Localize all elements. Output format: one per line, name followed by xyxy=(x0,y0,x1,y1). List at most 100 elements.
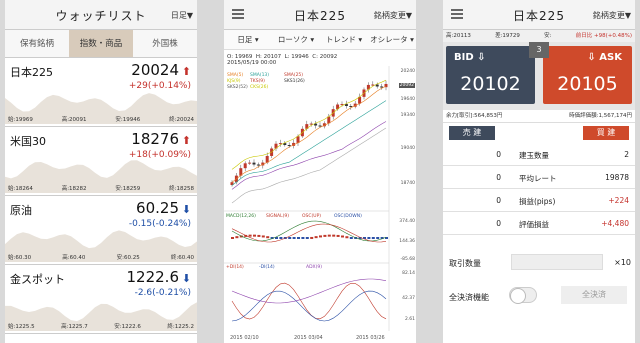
low-value: 安:60.25 xyxy=(116,255,140,261)
triangle-down-icon: ▾ xyxy=(358,35,363,44)
macd-bar xyxy=(341,235,344,238)
header: 日本225 銘柄変更▼ xyxy=(443,0,635,30)
change-symbol-label: 銘柄変更 xyxy=(592,11,625,20)
bid-button[interactable]: BID ⇩ 20102 xyxy=(446,46,535,104)
indicator-legend: CKS(26) xyxy=(250,85,269,90)
ohlc-row: 始:19969 高:20091 安:19946 終:20024 xyxy=(8,115,194,123)
close-value: 終:1225.2 xyxy=(167,324,194,330)
chart-type-tab[interactable]: ローソク ▾ xyxy=(272,30,320,49)
macd-bar xyxy=(266,236,270,239)
watchlist-row[interactable]: 米国30 18276 ⬆ +18(+0.09%) 始:18264 高:18282… xyxy=(5,127,197,196)
close-all-toggle[interactable] xyxy=(509,287,537,304)
chart-background xyxy=(224,51,416,343)
high-value: 高:60.40 xyxy=(62,255,86,261)
watchlist: 日本225 20024 ⬆ +29(+0.14%) 始:19969 高:2009… xyxy=(5,58,197,334)
timeframe-label: 日足 xyxy=(237,35,253,44)
chart-toolbar: 日足 ▾ ローソク ▾ トレンド ▾ オシレータ ▾ xyxy=(224,30,416,50)
timeframe-tab[interactable]: 日足 ▾ xyxy=(224,30,272,49)
sell-button[interactable]: 売 建 xyxy=(449,126,495,140)
instrument-price: 60.25 xyxy=(136,199,179,217)
watchlist-row[interactable]: 原油 60.25 ⬇ -0.15(-0.24%) 始:60.30 高:60.40… xyxy=(5,196,197,265)
low-value: 安: xyxy=(544,33,552,39)
open-value: 始:19969 xyxy=(8,117,33,123)
date-tick-label: 2015 02/10 xyxy=(230,335,259,341)
day-change: 前日比 +98(+0.48%) xyxy=(575,33,632,39)
open-value: 始:1225.5 xyxy=(8,324,35,330)
watchlist-row[interactable]: 日本225 20024 ⬆ +29(+0.14%) 始:19969 高:2009… xyxy=(5,58,197,127)
candle xyxy=(256,164,260,166)
indicator-legend: KJS(9) xyxy=(227,79,241,84)
macd-bar xyxy=(367,237,371,239)
crosshair-date: 2015/05/19 00:00 xyxy=(227,60,277,66)
dmi-legend: ADX(9) xyxy=(306,265,323,270)
quantity-label: 取引数量 xyxy=(449,259,481,268)
arrow-down-icon: ⬇ xyxy=(181,272,191,285)
trend-label: トレンド xyxy=(325,35,356,44)
macd-legend: MACD(12,26) xyxy=(226,214,256,219)
close-all-button[interactable]: 全決済 xyxy=(561,286,627,304)
macd-bar xyxy=(327,234,331,237)
high-value: 高:20091 xyxy=(61,117,87,123)
ohlc-row: 始:1225.5 高:1225.7 安:1222.6 終:1225.2 xyxy=(8,322,194,330)
macd-bar xyxy=(297,237,300,239)
row-label: 建玉数量 xyxy=(519,151,549,160)
position-row: 0 平均レート 19878 xyxy=(443,166,635,189)
close-all-label: 全決済機能 xyxy=(449,293,489,302)
price-chart[interactable]: O: 19969 H: 20107 L: 19946 C: 20092 2015… xyxy=(224,51,416,343)
date-tick-label: 2015 03/26 xyxy=(356,335,385,341)
candle xyxy=(375,84,379,87)
arrow-up-icon: ⬆ xyxy=(181,134,191,147)
instrument-change: +18(+0.09%) xyxy=(128,150,191,160)
price-tick-label: 18740 xyxy=(400,181,415,186)
buy-button[interactable]: 買 建 xyxy=(583,126,629,140)
macd-bar xyxy=(231,237,234,239)
oscillator-tab[interactable]: オシレータ ▾ xyxy=(368,30,416,49)
macd-bar xyxy=(261,235,265,238)
macd-bar xyxy=(248,234,252,237)
price-tick-label: 20240 xyxy=(400,69,415,74)
triangle-down-icon: ▼ xyxy=(624,11,631,20)
open-value: 始:18264 xyxy=(8,186,33,192)
low-value: 安:1222.6 xyxy=(114,324,141,330)
quantity-unit: ×10 xyxy=(614,258,631,267)
tab-holdings[interactable]: 保有銘柄 xyxy=(5,30,69,57)
change-symbol-button[interactable]: 銘柄変更▼ xyxy=(374,10,412,21)
change-symbol-button[interactable]: 銘柄変更▼ xyxy=(593,10,631,21)
available-margin: 余力[取引]:564,853円 xyxy=(446,113,503,119)
ohlc-row: 始:18264 高:18282 安:18259 終:18258 xyxy=(8,184,194,192)
ask-button[interactable]: ⇩ ASK 20105 xyxy=(543,46,632,104)
account-info: 余力[取引]:564,853円 時価評価額:1,567,174円 xyxy=(443,110,635,123)
high-value: 高:20113 xyxy=(446,33,471,39)
trend-tab[interactable]: トレンド ▾ xyxy=(320,30,368,49)
valuation: 時価評価額:1,567,174円 xyxy=(569,113,632,119)
bid-label: BID ⇩ xyxy=(454,52,486,63)
instrument-change: -0.15(-0.24%) xyxy=(128,219,191,229)
macd-bar xyxy=(371,237,375,239)
candle xyxy=(252,162,256,165)
indicator-legend: SMA(13) xyxy=(250,73,270,78)
triangle-down-icon: ▼ xyxy=(405,11,412,20)
indicator-legend: SMA(25) xyxy=(284,73,304,78)
tab-indices[interactable]: 指数・商品 xyxy=(69,30,133,57)
tab-foreign-stocks[interactable]: 外国株 xyxy=(133,30,197,57)
row-label: 平均レート xyxy=(519,174,557,183)
timeframe-select[interactable]: 日足▼ xyxy=(171,10,193,21)
macd-bar xyxy=(292,237,296,239)
ohlc-readout: O: 19969 H: 20107 L: 19946 C: 20092 2015… xyxy=(227,54,337,66)
macd-bar xyxy=(279,237,283,239)
macd-bar xyxy=(235,236,239,239)
triangle-down-icon: ▾ xyxy=(410,35,414,44)
quantity-input[interactable] xyxy=(511,254,603,270)
high-value: 高:1225.7 xyxy=(61,324,88,330)
indicator-legend: TKS(9) xyxy=(250,79,265,84)
chart-type-label: ローソク xyxy=(277,35,308,44)
close-value: 終:20024 xyxy=(169,117,194,123)
spread-info: 差:19729 xyxy=(495,33,520,39)
dmi-tick-label: 42.37 xyxy=(402,296,415,301)
oscillator-label: オシレータ xyxy=(370,35,408,44)
watchlist-row[interactable]: 金スポット 1222.6 ⬇ -2.6(-0.21%) 始:1225.5 高:1… xyxy=(5,265,197,334)
position-summary: 0 建玉数量 20 平均レート 19878 0 損益(pips) +224 0 評価… xyxy=(443,143,635,235)
instrument-name: 日本225 xyxy=(10,66,53,79)
candle xyxy=(248,162,252,164)
macd-bar xyxy=(288,237,292,239)
